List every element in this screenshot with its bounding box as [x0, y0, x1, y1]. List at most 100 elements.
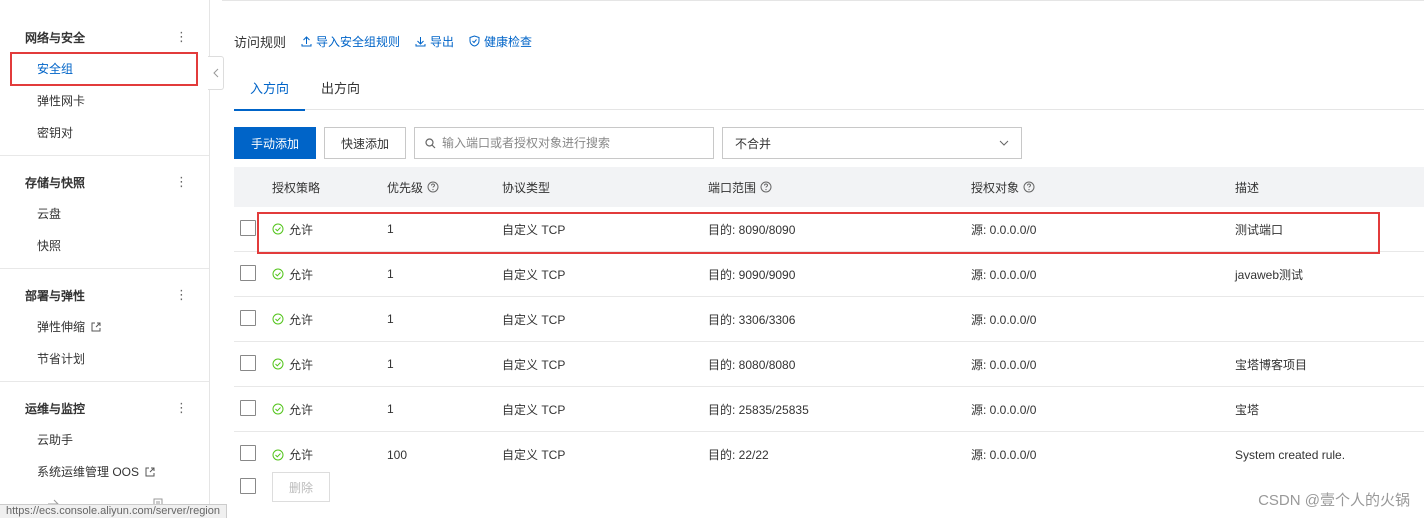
port-value: 目的: 8080/8080: [708, 357, 796, 372]
direction-tabs: 入方向 出方向: [234, 72, 1424, 111]
auth-value: 源: 0.0.0.0/0: [971, 267, 1037, 282]
chevron-left-icon: [212, 68, 218, 78]
sidebar-item-security-group[interactable]: 安全组: [0, 53, 209, 85]
sidebar-group-network: 网络与安全 ⋮ 安全组 弹性网卡 密钥对: [0, 21, 209, 156]
manual-add-button[interactable]: 手动添加: [234, 127, 316, 159]
port-value: 目的: 8090/8090: [708, 222, 796, 237]
watermark: CSDN @壹个人的火锅: [1258, 492, 1410, 509]
priority-value: 100: [387, 447, 408, 462]
sidebar-item-cloud-assistant[interactable]: 云助手: [0, 424, 209, 456]
health-check-label: 健康检查: [484, 34, 533, 49]
policy-value: 允许: [289, 312, 314, 327]
more-icon[interactable]: ⋮: [175, 29, 188, 45]
priority-value: 1: [387, 402, 394, 416]
sidebar-item-eni[interactable]: 弹性网卡: [0, 85, 209, 117]
sidebar-item-label: 快照: [37, 239, 62, 253]
row-checkbox[interactable]: [240, 264, 256, 281]
tab-outbound[interactable]: 出方向: [305, 72, 376, 110]
check-circle-icon: [272, 358, 284, 370]
delete-button[interactable]: 删除: [272, 472, 330, 502]
upload-icon: [301, 35, 312, 46]
table-row: 允许 100 自定义 TCP 目的: 22/22 源: 0.0.0.0/0 Sy…: [234, 432, 1424, 477]
policy-value: 允许: [289, 222, 314, 237]
table-row: 允许 1 自定义 TCP 目的: 8080/8080 源: 0.0.0.0/0 …: [234, 342, 1424, 387]
row-checkbox[interactable]: [240, 445, 256, 461]
priority-value: 1: [387, 312, 394, 326]
search-input[interactable]: [442, 136, 702, 150]
row-checkbox[interactable]: [240, 309, 256, 326]
check-circle-icon: [272, 268, 284, 280]
sidebar-item-keypair[interactable]: 密钥对: [0, 117, 209, 149]
header-auth-label: 授权对象: [971, 180, 1020, 195]
sidebar-group-storage: 存储与快照 ⋮ 云盘 快照: [0, 156, 209, 269]
sidebar-item-label: 云助手: [37, 433, 74, 447]
rules-table: 授权策略 优先级 协议类型 端口范围 授权对象 描述 允许 1 自定义 TCP …: [234, 167, 1424, 477]
header-port: 端口范围: [708, 179, 971, 196]
desc-value: 宝塔: [1235, 402, 1260, 417]
header-desc: 描述: [1235, 180, 1260, 195]
header-protocol: 协议类型: [502, 180, 551, 195]
external-link-icon: [91, 322, 101, 332]
more-icon[interactable]: ⋮: [175, 400, 188, 416]
auth-value: 源: 0.0.0.0/0: [971, 312, 1037, 327]
check-circle-icon: [272, 223, 284, 235]
sidebar-group-header[interactable]: 部署与弹性 ⋮: [0, 279, 209, 311]
sidebar-item-label: 弹性伸缩: [37, 320, 86, 334]
search-box: [414, 127, 714, 159]
sidebar-item-autoscaling[interactable]: 弹性伸缩: [0, 311, 209, 343]
sidebar-group-header[interactable]: 存储与快照 ⋮: [0, 166, 209, 198]
divider: [222, 0, 1424, 1]
sidebar-item-snapshot[interactable]: 快照: [0, 230, 209, 262]
sidebar-item-disk[interactable]: 云盘: [0, 198, 209, 230]
port-value: 目的: 3306/3306: [708, 312, 796, 327]
sidebar-item-label: 系统运维管理 OOS: [37, 465, 140, 479]
table-header: 授权策略 优先级 协议类型 端口范围 授权对象 描述: [234, 167, 1424, 207]
port-value: 目的: 25835/25835: [708, 402, 809, 417]
more-icon[interactable]: ⋮: [175, 174, 188, 190]
quick-add-button[interactable]: 快速添加: [324, 127, 406, 159]
help-icon[interactable]: [427, 181, 439, 193]
header-priority-label: 优先级: [387, 180, 424, 195]
import-rules-link[interactable]: 导入安全组规则: [301, 33, 400, 50]
merge-select[interactable]: 不合并: [722, 127, 1022, 159]
tab-inbound[interactable]: 入方向: [234, 72, 306, 111]
header-port-label: 端口范围: [708, 180, 757, 195]
export-link[interactable]: 导出: [415, 33, 454, 50]
download-icon: [415, 36, 426, 46]
auth-value: 源: 0.0.0.0/0: [971, 222, 1037, 237]
table-row: 允许 1 自定义 TCP 目的: 9090/9090 源: 0.0.0.0/0 …: [234, 252, 1424, 297]
sidebar-item-oos[interactable]: 系统运维管理 OOS: [0, 456, 209, 488]
sidebar-item-savings-plan[interactable]: 节省计划: [0, 343, 209, 375]
health-check-link[interactable]: 健康检查: [469, 33, 532, 50]
shield-check-icon: [469, 35, 480, 47]
check-circle-icon: [272, 403, 284, 415]
check-circle-icon: [272, 313, 284, 325]
protocol-value: 自定义 TCP: [502, 448, 566, 462]
sidebar-group-header[interactable]: 运维与监控 ⋮: [0, 392, 209, 424]
priority-value: 1: [387, 222, 394, 236]
sidebar-item-label: 云盘: [37, 207, 62, 221]
rules-toolbar: 访问规则 导入安全组规则 导出 健康检查: [234, 32, 547, 50]
merge-select-value: 不合并: [735, 136, 772, 151]
check-circle-icon: [272, 449, 284, 460]
sidebar-group-header[interactable]: 网络与安全 ⋮: [0, 21, 209, 53]
sidebar: 网络与安全 ⋮ 安全组 弹性网卡 密钥对 存储与快照 ⋮ 云盘 快照 部署与弹性…: [0, 0, 227, 518]
protocol-value: 自定义 TCP: [502, 312, 566, 327]
header-auth: 授权对象: [971, 179, 1235, 196]
help-icon[interactable]: [1023, 181, 1035, 193]
status-url: https://ecs.console.aliyun.com/server/re…: [0, 504, 227, 518]
sidebar-collapse-button[interactable]: [208, 56, 224, 90]
sidebar-item-label: 节省计划: [37, 352, 86, 366]
header-priority: 优先级: [387, 179, 502, 196]
row-checkbox[interactable]: [240, 354, 256, 371]
section-title: 访问规则: [234, 34, 287, 50]
policy-value: 允许: [289, 267, 314, 282]
more-icon[interactable]: ⋮: [175, 287, 188, 303]
row-checkbox[interactable]: [240, 219, 256, 236]
help-icon[interactable]: [760, 181, 772, 193]
row-checkbox[interactable]: [240, 399, 256, 416]
table-row: 允许 1 自定义 TCP 目的: 25835/25835 源: 0.0.0.0/…: [234, 387, 1424, 432]
sidebar-group-title: 存储与快照: [25, 175, 86, 190]
select-all-checkbox[interactable]: [240, 477, 256, 494]
external-link-icon: [145, 467, 155, 477]
